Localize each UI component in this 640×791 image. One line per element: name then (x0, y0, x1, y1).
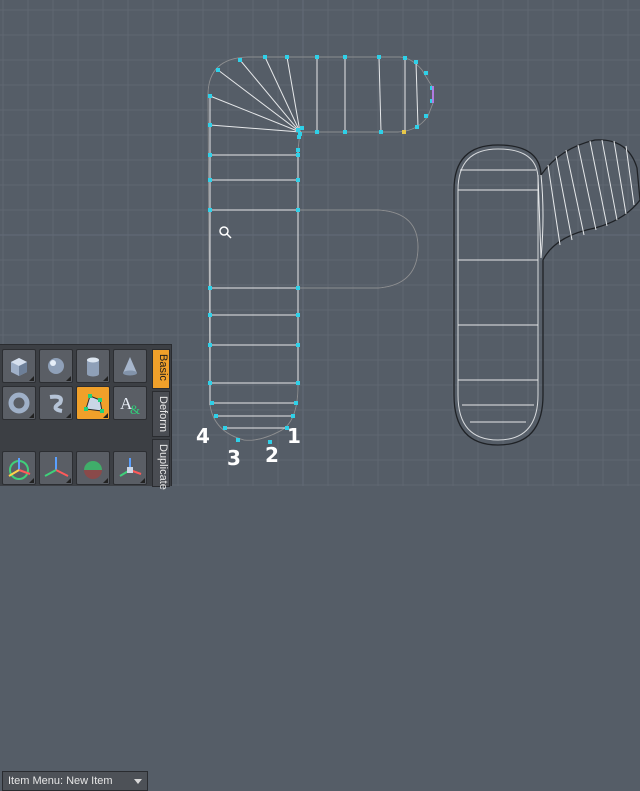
mesh-vertex[interactable] (214, 414, 218, 418)
secondary-mesh[interactable] (453, 139, 640, 446)
mesh-vertex[interactable] (208, 178, 212, 182)
mesh-vertex[interactable] (424, 114, 428, 118)
mesh-vertex[interactable] (236, 438, 240, 442)
mesh-vertex[interactable] (300, 126, 304, 130)
mesh-vertex[interactable] (208, 286, 212, 290)
mesh-vertex[interactable] (296, 153, 300, 157)
tab-basic[interactable]: Basic (152, 349, 170, 389)
pen-tool-button[interactable] (76, 386, 110, 420)
toolbox-panel: A & Item Menu: New Item Basic Deform Dup… (0, 344, 172, 791)
torus-tool-button[interactable] (2, 386, 36, 420)
curve-mesh[interactable] (207, 56, 434, 441)
cone-tool-button[interactable] (113, 349, 147, 383)
mesh-vertex[interactable] (377, 55, 381, 59)
mesh-vertex[interactable] (296, 208, 300, 212)
mesh-vertex[interactable] (403, 56, 407, 60)
mesh-vertex[interactable] (296, 286, 300, 290)
mesh-vertex[interactable] (343, 130, 347, 134)
mesh-vertex[interactable] (208, 123, 212, 127)
item-menu-label: Item Menu: New Item (8, 775, 113, 787)
mesh-vertex[interactable] (208, 153, 212, 157)
point-label-3: 3 (227, 446, 241, 470)
text-tool-button[interactable]: A & (113, 386, 147, 420)
transform-tool-button[interactable] (113, 451, 147, 485)
rotate-tool-button[interactable] (39, 451, 73, 485)
mesh-vertex[interactable] (208, 343, 212, 347)
mesh-vertex[interactable] (285, 55, 289, 59)
mesh-vertex[interactable] (208, 94, 212, 98)
text-icon: A & (120, 394, 140, 417)
chevron-down-icon (134, 779, 142, 784)
mesh-vertex[interactable] (315, 55, 319, 59)
mesh-vertex[interactable] (296, 128, 300, 132)
mesh-vertex[interactable] (216, 68, 220, 72)
mesh-vertex[interactable] (296, 178, 300, 182)
cone-icon (123, 357, 137, 376)
cube-tool-button[interactable] (2, 349, 36, 383)
tab-deform[interactable]: Deform (152, 391, 170, 437)
mesh-vertex[interactable] (208, 381, 212, 385)
mesh-vertex[interactable] (210, 401, 214, 405)
mesh-vertex[interactable] (415, 125, 419, 129)
sphere-tool-button[interactable] (39, 349, 73, 383)
item-menu-dropdown[interactable]: Item Menu: New Item (2, 771, 148, 791)
mesh-vertex[interactable] (291, 414, 295, 418)
mesh-vertex[interactable] (296, 343, 300, 347)
point-label-1: 1 (287, 424, 301, 448)
cylinder-tool-button[interactable] (76, 349, 110, 383)
move-tool-button[interactable] (2, 451, 36, 485)
mesh-vertex[interactable] (379, 130, 383, 134)
mesh-vertex[interactable] (424, 71, 428, 75)
mesh-vertex[interactable] (296, 148, 300, 152)
mesh-vertices[interactable] (208, 55, 434, 444)
cursor-magnifier-icon (219, 226, 232, 239)
mesh-vertex[interactable] (238, 58, 242, 62)
mesh-vertex[interactable] (223, 426, 227, 430)
tab-duplicate[interactable]: Duplicate (152, 439, 170, 490)
mesh-vertex[interactable] (208, 208, 212, 212)
point-label-4: 4 (196, 424, 210, 448)
mesh-vertex[interactable] (414, 60, 418, 64)
selected-vertex[interactable] (402, 130, 406, 134)
mesh-vertex[interactable] (296, 381, 300, 385)
mesh-vertex[interactable] (315, 130, 319, 134)
mesh-vertex[interactable] (297, 135, 301, 139)
mesh-vertex[interactable] (294, 401, 298, 405)
mesh-vertex[interactable] (343, 55, 347, 59)
tube-tool-button[interactable] (39, 386, 73, 420)
mesh-vertex[interactable] (296, 313, 300, 317)
scale-tool-button[interactable] (76, 451, 110, 485)
mesh-vertex[interactable] (208, 313, 212, 317)
mesh-vertex[interactable] (263, 55, 267, 59)
point-label-2: 2 (265, 443, 279, 467)
svg-text:&: & (130, 402, 140, 417)
